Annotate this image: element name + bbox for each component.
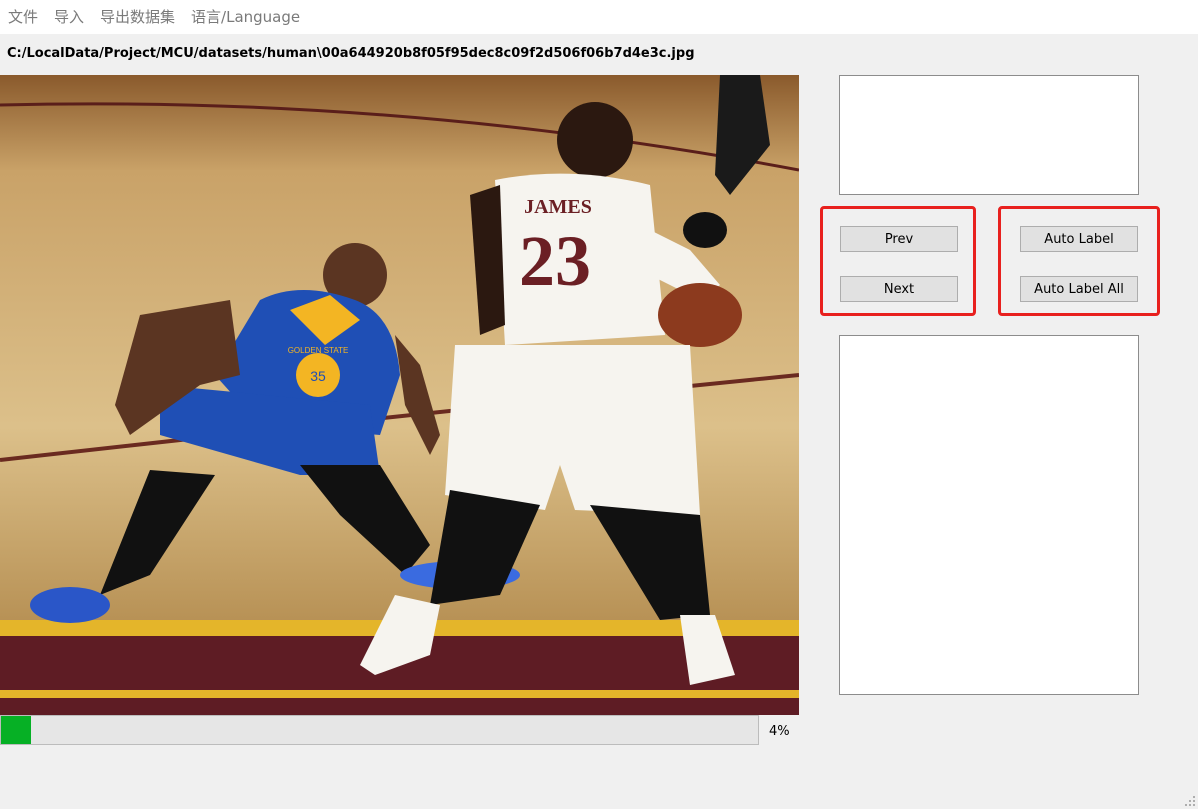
menu-bar: 文件 导入 导出数据集 语言/Language <box>0 0 1198 34</box>
jersey-number-right: 23 <box>519 221 591 301</box>
auto-label-button[interactable]: Auto Label <box>1020 226 1138 252</box>
label-list-panel[interactable] <box>839 335 1139 695</box>
jersey-number-left: 35 <box>310 368 326 384</box>
resize-grip-icon[interactable] <box>1184 795 1196 807</box>
menu-export-dataset[interactable]: 导出数据集 <box>92 0 183 34</box>
progress-fill <box>1 716 32 744</box>
prev-button[interactable]: Prev <box>840 226 958 252</box>
jersey-team-left: GOLDEN STATE <box>288 346 349 355</box>
label-info-panel[interactable] <box>839 75 1139 195</box>
menu-language[interactable]: 语言/Language <box>183 0 308 34</box>
progress-percent: 4% <box>769 724 790 739</box>
auto-label-all-button[interactable]: Auto Label All <box>1020 276 1138 302</box>
menu-file[interactable]: 文件 <box>0 0 46 34</box>
progress-bar <box>0 715 759 745</box>
image-canvas[interactable]: 35 GOLDEN STATE JAMES 23 <box>0 75 799 715</box>
file-path-label: C:/LocalData/Project/MCU/datasets/human\… <box>7 46 695 61</box>
jersey-name-right: JAMES <box>524 196 592 218</box>
photo-image: 35 GOLDEN STATE JAMES 23 <box>0 75 799 715</box>
next-button[interactable]: Next <box>840 276 958 302</box>
menu-import[interactable]: 导入 <box>46 0 92 34</box>
